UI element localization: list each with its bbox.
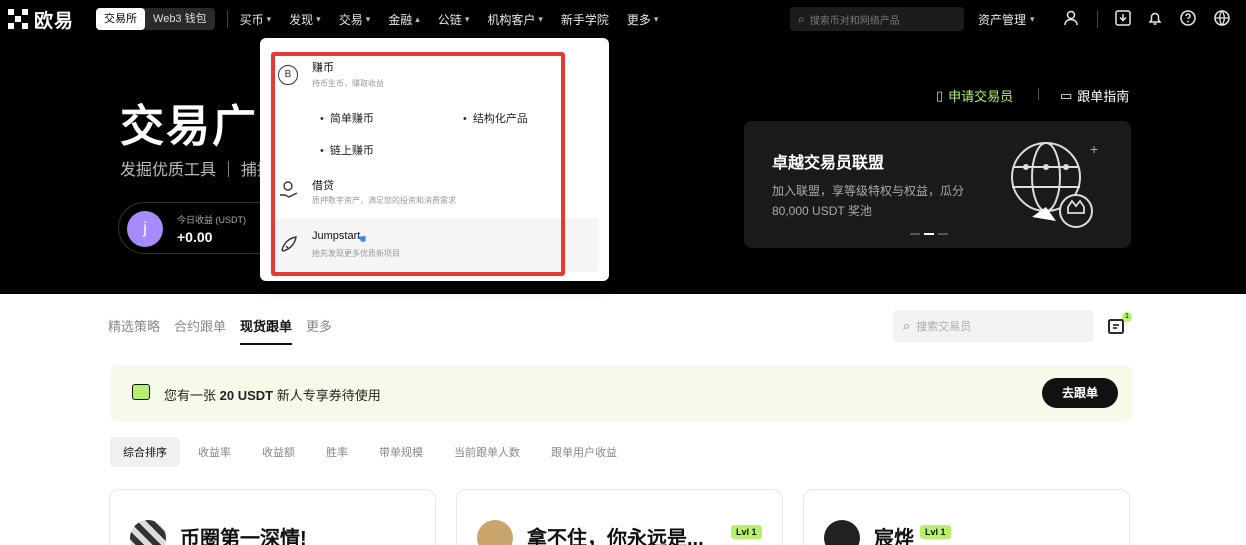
page-title: 交易广 bbox=[120, 102, 258, 151]
trader-card[interactable]: 拿不住，你永远是... Lvl 1 bbox=[456, 489, 783, 545]
ticket-icon bbox=[132, 384, 150, 400]
tab-more[interactable]: 更多 bbox=[306, 316, 332, 345]
document-icon: ▯ bbox=[936, 87, 944, 103]
sort-copiers[interactable]: 当前跟单人数 bbox=[454, 444, 520, 460]
nav-item-chain[interactable]: 公链 ▾ bbox=[438, 11, 470, 28]
sort-win-rate[interactable]: 胜率 bbox=[326, 444, 348, 460]
chevron-down-icon: ▾ bbox=[538, 13, 543, 24]
tab-featured[interactable]: 精选策略 bbox=[108, 316, 160, 345]
user-icon[interactable] bbox=[1061, 9, 1081, 29]
nav-item-academy[interactable]: 新手学院 bbox=[561, 11, 609, 28]
chevron-down-icon: ▾ bbox=[365, 13, 371, 24]
alliance-description: 加入联盟，享等级特权与权益，瓜分 80,000 USDT 奖池 bbox=[772, 184, 965, 218]
nav-item-institutional[interactable]: 机构客户 ▾ bbox=[487, 11, 543, 28]
level-badge: Lvl 1 bbox=[731, 525, 762, 539]
chevron-down-icon: ▾ bbox=[1030, 13, 1035, 24]
sort-return-rate[interactable]: 收益率 bbox=[198, 444, 231, 460]
hero-link-divider bbox=[1038, 88, 1039, 100]
global-search-input[interactable]: ⌕ 搜索币对和网络产品 bbox=[790, 7, 964, 31]
sort-aum[interactable]: 带单规模 bbox=[379, 444, 423, 460]
sort-options: 综合排序 收益率 收益额 胜率 带单规模 当前跟单人数 跟单用户收益 bbox=[110, 437, 648, 467]
tab-futures-copy[interactable]: 合约跟单 bbox=[174, 316, 226, 345]
notification-badge: 1 bbox=[1122, 312, 1132, 322]
nav-item-discover[interactable]: 发现 ▾ bbox=[289, 11, 321, 28]
okx-logo[interactable]: 欧易 bbox=[8, 0, 74, 38]
earnings-label: 今日收益 (USDT) bbox=[177, 215, 246, 225]
help-icon[interactable] bbox=[1178, 9, 1198, 29]
asset-management-menu[interactable]: 资产管理 ▾ bbox=[978, 0, 1035, 38]
strategy-tabs: 精选策略 合约跟单 现货跟单 更多 bbox=[108, 316, 346, 345]
okx-logo-icon bbox=[8, 9, 28, 29]
apply-trader-link[interactable]: ▯ 申请交易员 bbox=[936, 86, 1013, 105]
avatar bbox=[824, 520, 860, 545]
search-icon: ⌕ bbox=[798, 11, 805, 26]
hero-section: 交易广 发掘优质工具 ｜ 捕捉 j 今日收益 (USDT) +0.00 ▯ 申请… bbox=[0, 38, 1246, 294]
globe-illustration-icon bbox=[1011, 142, 1093, 228]
sort-return-amount[interactable]: 收益额 bbox=[262, 444, 295, 460]
icon-divider bbox=[1097, 10, 1098, 28]
earnings-value: +0.00 bbox=[177, 229, 213, 245]
plus-icon: + bbox=[1090, 141, 1099, 157]
red-highlight-box bbox=[271, 52, 565, 276]
carousel-dots[interactable] bbox=[910, 233, 948, 235]
exchange-mode-button[interactable]: 交易所 bbox=[96, 8, 146, 30]
nav-item-more[interactable]: 更多 ▾ bbox=[627, 11, 659, 28]
alliance-title: 卓越交易员联盟 bbox=[772, 155, 885, 172]
nav-item-finance[interactable]: 金融 ▴ bbox=[388, 11, 420, 28]
copy-guide-link[interactable]: ▭ 跟单指南 bbox=[1060, 86, 1129, 105]
search-icon: ⌕ bbox=[903, 318, 911, 333]
chevron-up-icon: ▴ bbox=[415, 13, 420, 24]
main-nav: 买币 ▾ 发现 ▾ 交易 ▾ 金融 ▴ 公链 ▾ 机构客户 ▾ 新手学院 更多 ▾ bbox=[240, 0, 677, 38]
sort-copier-pnl[interactable]: 跟单用户收益 bbox=[551, 444, 617, 460]
trader-name: 币圈第一深情! bbox=[180, 528, 307, 545]
trader-card[interactable]: 宸烨 Lvl 1 bbox=[803, 489, 1130, 545]
globe-icon[interactable] bbox=[1212, 9, 1232, 29]
trader-card[interactable]: 币圈第一深情! bbox=[109, 489, 436, 545]
trader-name: 宸烨 bbox=[874, 528, 914, 545]
download-icon[interactable] bbox=[1113, 9, 1133, 29]
copy-guide-label: 跟单指南 bbox=[1077, 89, 1130, 104]
logo-text: 欧易 bbox=[34, 10, 75, 32]
coupon-text: 您有一张 20 USDT 新人专享券待使用 bbox=[164, 388, 381, 403]
chevron-down-icon: ▾ bbox=[653, 13, 659, 24]
book-icon: ▭ bbox=[1060, 87, 1073, 103]
chevron-down-icon: ▾ bbox=[266, 13, 272, 24]
web3-wallet-button[interactable]: Web3 钱包 bbox=[145, 8, 215, 30]
top-navigation-bar: 欧易 交易所 Web3 钱包 买币 ▾ 发现 ▾ 交易 ▾ 金融 ▴ 公链 ▾ 机构客户 ▾… bbox=[0, 0, 1246, 38]
page-subtitle: 发掘优质工具 ｜ 捕捉 bbox=[120, 162, 273, 179]
asset-management-label: 资产管理 bbox=[978, 12, 1027, 27]
apply-trader-label: 申请交易员 bbox=[948, 89, 1014, 104]
trader-alliance-card[interactable]: 卓越交易员联盟 加入联盟，享等级特权与权益，瓜分 80,000 USDT 奖池 … bbox=[744, 121, 1131, 248]
level-badge: Lvl 1 bbox=[920, 525, 951, 539]
trader-search-placeholder: 搜索交易员 bbox=[916, 321, 972, 333]
nav-item-trade[interactable]: 交易 ▾ bbox=[339, 11, 371, 28]
mode-switch: 交易所 Web3 钱包 bbox=[96, 8, 215, 30]
user-avatar: j bbox=[127, 211, 163, 247]
bell-icon[interactable] bbox=[1145, 9, 1165, 29]
trader-name: 拿不住，你永远是... bbox=[527, 528, 704, 545]
chevron-down-icon: ▾ bbox=[464, 13, 470, 24]
coupon-banner: 您有一张 20 USDT 新人专享券待使用 去跟单 bbox=[110, 365, 1132, 421]
avatar bbox=[477, 520, 513, 545]
nav-item-buy-crypto[interactable]: 买币 ▾ bbox=[240, 11, 272, 28]
nav-divider bbox=[226, 10, 228, 28]
go-copy-button[interactable]: 去跟单 bbox=[1042, 378, 1118, 408]
tab-spot-copy[interactable]: 现货跟单 bbox=[240, 316, 293, 345]
avatar bbox=[130, 520, 166, 545]
chevron-down-icon: ▾ bbox=[316, 13, 321, 24]
sort-overall[interactable]: 综合排序 bbox=[110, 437, 180, 467]
trader-search-input[interactable]: ⌕ 搜索交易员 bbox=[893, 310, 1094, 342]
search-placeholder: 搜索币对和网络产品 bbox=[809, 15, 900, 27]
